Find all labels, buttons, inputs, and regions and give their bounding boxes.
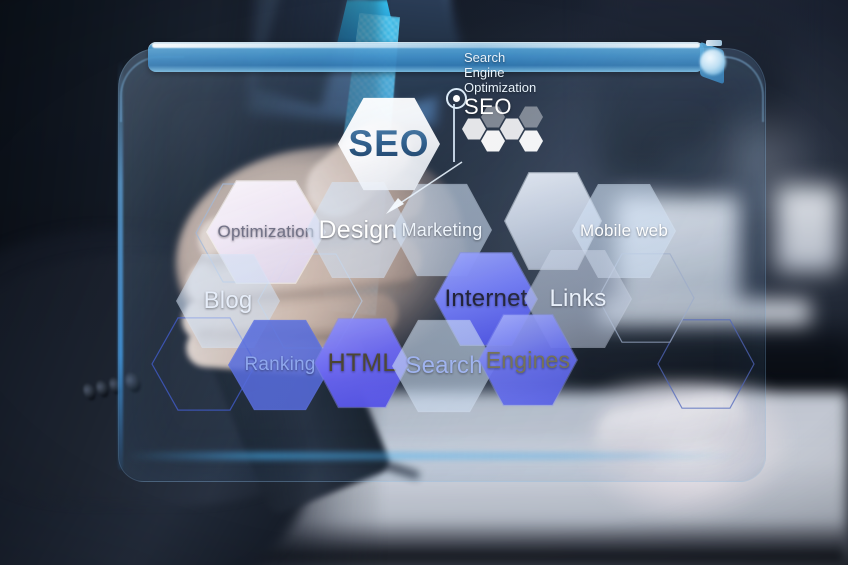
hexagon-label-mobile-web: Mobile web (580, 221, 668, 240)
hexagon-label-links: Links (549, 285, 607, 312)
callout-text-block: Search Engine Optimization SEO (464, 50, 584, 118)
hexagon-label-engines: Engines (485, 346, 571, 373)
seo-badge-label: SEO (348, 123, 430, 164)
hexagon-label-search: Search (405, 352, 483, 379)
hexagon-label-ranking: Ranking (244, 354, 316, 375)
hexagon-label-html: HTML (327, 348, 397, 377)
callout-line-1: Search (464, 50, 506, 65)
arrow-pointer-icon (386, 161, 463, 214)
hexagon-label-marketing: Marketing (401, 219, 483, 240)
hexagon-label-internet: Internet (444, 285, 528, 312)
callout-leader-line (453, 104, 455, 162)
hexagon-label-optimization: Optimization (217, 222, 315, 241)
hexagon-label-blog: Blog (203, 287, 253, 314)
callout-line-2: Engine (464, 65, 505, 80)
screenshot-root: Optimization Design Marketing Mobile web Blo… (0, 0, 848, 565)
hexagon-grid: Optimization Design Marketing Mobile web Blo… (0, 0, 848, 565)
callout-line-3: Optimization (464, 80, 537, 95)
